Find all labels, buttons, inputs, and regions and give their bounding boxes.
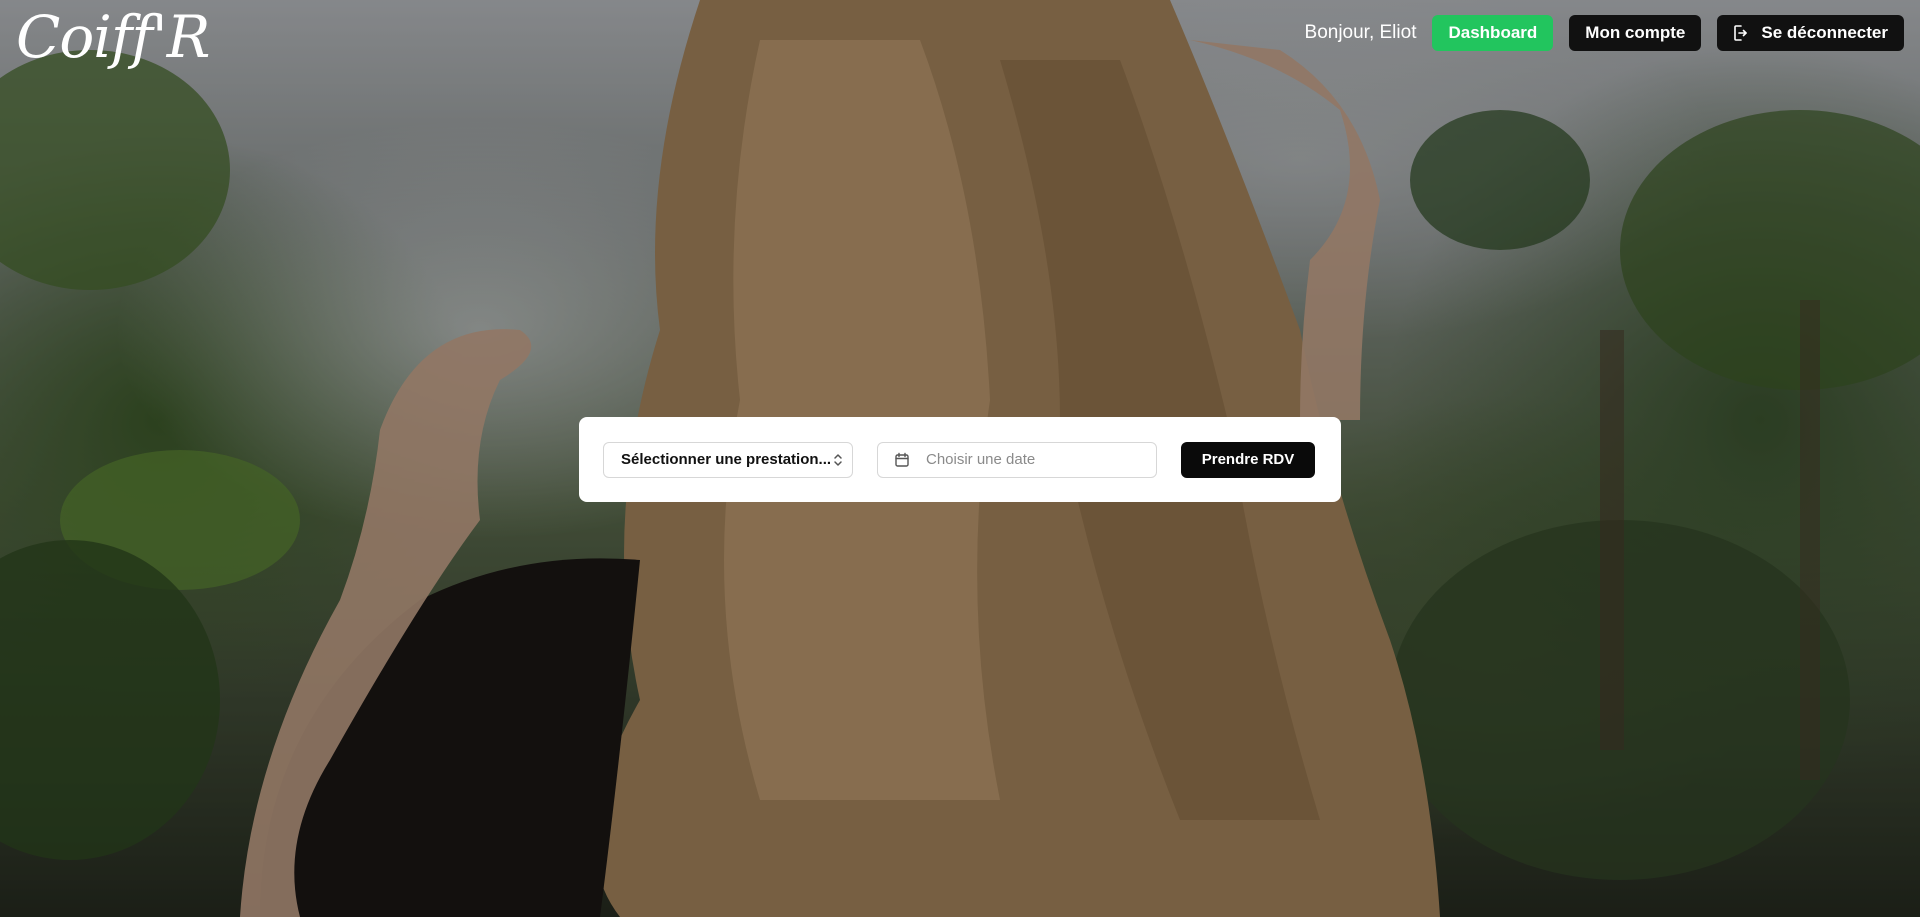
brand-logo[interactable]: Coiff'R bbox=[16, 8, 210, 66]
site-header: Coiff'R Bonjour, Eliot Dashboard Mon com… bbox=[0, 0, 1920, 80]
booking-form: Sélectionner une prestation... Prendre R… bbox=[579, 417, 1341, 502]
header-nav: Bonjour, Eliot Dashboard Mon compte Se d… bbox=[1305, 15, 1904, 51]
my-account-button[interactable]: Mon compte bbox=[1569, 15, 1702, 51]
logout-label: Se déconnecter bbox=[1761, 23, 1888, 42]
book-appointment-button[interactable]: Prendre RDV bbox=[1181, 441, 1315, 478]
service-select-value: Sélectionner une prestation... bbox=[621, 451, 832, 468]
logout-button[interactable]: Se déconnecter bbox=[1717, 15, 1904, 51]
logout-icon bbox=[1733, 25, 1748, 41]
date-input[interactable] bbox=[926, 451, 1126, 468]
service-select[interactable]: Sélectionner une prestation... bbox=[603, 441, 853, 478]
chevron-up-down-icon bbox=[832, 452, 844, 468]
date-picker-field[interactable] bbox=[877, 441, 1157, 478]
dashboard-button[interactable]: Dashboard bbox=[1432, 15, 1554, 51]
calendar-icon bbox=[894, 452, 910, 468]
user-greeting: Bonjour, Eliot bbox=[1304, 22, 1417, 43]
